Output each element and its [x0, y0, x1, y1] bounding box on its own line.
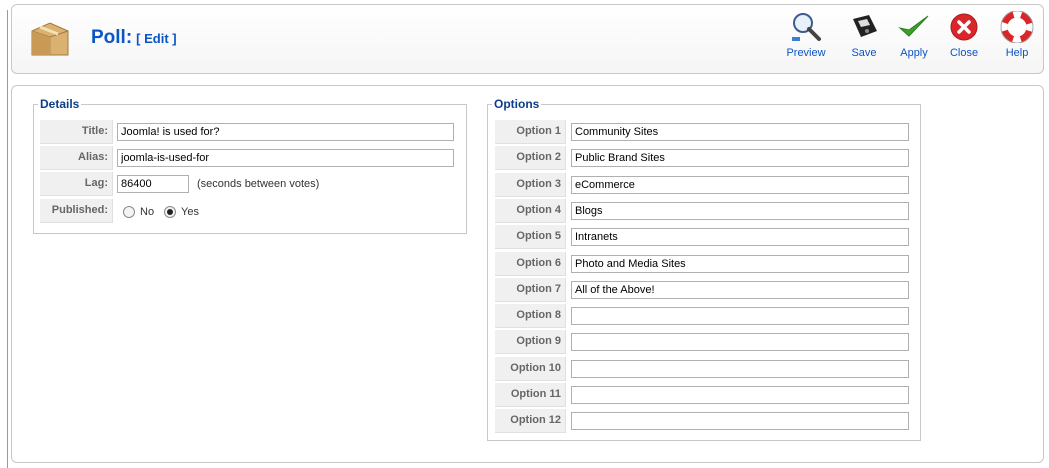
alias-row: Alias: — [40, 146, 460, 170]
checkmark-icon — [898, 15, 929, 37]
option-row: Option 7 — [495, 278, 915, 302]
published-no-radio[interactable] — [123, 206, 135, 218]
save-button[interactable]: Save — [841, 11, 887, 69]
option-row: Option 2 — [495, 146, 915, 170]
option-input[interactable] — [571, 202, 909, 220]
option-row: Option 6 — [495, 252, 915, 276]
options-legend: Options — [494, 97, 540, 111]
apply-button[interactable]: Apply — [891, 11, 937, 69]
option-input[interactable] — [571, 307, 909, 325]
option-row: Option 12 — [495, 409, 915, 433]
page-title-text: Poll: — [91, 27, 133, 48]
lag-input[interactable] — [117, 175, 189, 193]
option-row: Option 8 — [495, 304, 915, 328]
apply-label: Apply — [900, 47, 928, 59]
option-row: Option 1 — [495, 120, 915, 144]
option-input[interactable] — [571, 412, 909, 430]
option-row: Option 5 — [495, 225, 915, 249]
toolbar: Poll:[ Edit ] Preview Save Apply Close H… — [11, 4, 1044, 74]
close-icon — [950, 13, 978, 41]
option-label: Option 5 — [495, 225, 566, 249]
title-row: Title: — [40, 120, 460, 144]
option-label: Option 12 — [495, 409, 566, 433]
option-input[interactable] — [571, 333, 909, 351]
option-label: Option 6 — [495, 252, 566, 276]
alias-input[interactable] — [117, 149, 454, 167]
option-row: Option 9 — [495, 330, 915, 354]
preview-button[interactable]: Preview — [783, 11, 829, 69]
option-label: Option 3 — [495, 173, 566, 197]
title-label: Title: — [40, 120, 113, 144]
published-yes-label: Yes — [181, 206, 199, 218]
published-row: Published: No Yes — [40, 199, 460, 223]
option-input[interactable] — [571, 228, 909, 246]
page-subtitle: [ Edit ] — [136, 31, 177, 46]
close-label: Close — [949, 47, 979, 59]
lag-note: (seconds between votes) — [197, 178, 320, 190]
help-label: Help — [1005, 47, 1029, 59]
option-label: Option 9 — [495, 330, 566, 354]
save-label: Save — [851, 47, 877, 59]
option-label: Option 10 — [495, 357, 566, 381]
published-no-label: No — [140, 206, 155, 218]
option-input[interactable] — [571, 149, 909, 167]
published-yes-radio[interactable] — [164, 206, 176, 218]
magnifier-icon — [792, 13, 821, 41]
option-row: Option 11 — [495, 383, 915, 407]
option-label: Option 11 — [495, 383, 566, 407]
lag-label: Lag: — [40, 172, 113, 196]
help-button[interactable]: Help — [994, 11, 1040, 69]
lifebuoy-icon — [1000, 11, 1034, 43]
floppy-disk-icon — [853, 15, 877, 37]
option-input[interactable] — [571, 360, 909, 378]
window-left-edge — [7, 10, 8, 468]
page-title: Poll:[ Edit ] — [91, 27, 177, 49]
option-row: Option 3 — [495, 173, 915, 197]
option-input[interactable] — [571, 386, 909, 404]
title-input[interactable] — [117, 123, 454, 141]
option-input[interactable] — [571, 123, 909, 141]
alias-label: Alias: — [40, 146, 113, 170]
poll-box-icon — [31, 22, 69, 56]
option-row: Option 4 — [495, 199, 915, 223]
option-label: Option 4 — [495, 199, 566, 223]
option-input[interactable] — [571, 176, 909, 194]
option-input[interactable] — [571, 281, 909, 299]
close-button[interactable]: Close — [941, 11, 987, 69]
lag-row: Lag: (seconds between votes) — [40, 172, 460, 196]
option-label: Option 2 — [495, 146, 566, 170]
option-label: Option 1 — [495, 120, 566, 144]
option-label: Option 7 — [495, 278, 566, 302]
published-label: Published: — [40, 199, 113, 223]
preview-label: Preview — [786, 47, 826, 59]
details-legend: Details — [40, 97, 80, 111]
option-row: Option 10 — [495, 357, 915, 381]
option-input[interactable] — [571, 255, 909, 273]
option-label: Option 8 — [495, 304, 566, 328]
